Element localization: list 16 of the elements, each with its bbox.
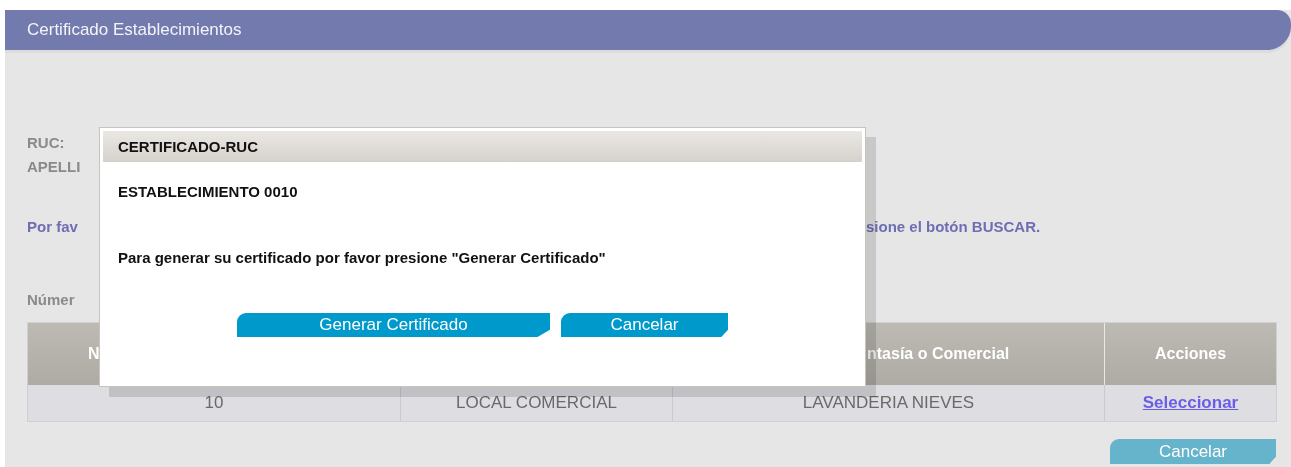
instruction-text: Por fav (27, 217, 79, 237)
dialog-message: Para generar su certificado por favor presione "Generar Certificado" (117, 248, 607, 268)
dialog-title: CERTIFICADO-RUC (103, 131, 862, 162)
page-header: Certificado Establecimientos (5, 10, 1291, 50)
instruction-text: sione el botón BUSCAR. (866, 217, 1042, 237)
table-cell: 10 (28, 385, 401, 421)
field-label: RUC: (27, 133, 65, 153)
generate-button[interactable]: Generar Certificado (237, 313, 550, 337)
table-cell: LOCAL COMERCIAL (401, 385, 673, 421)
dialog-subtitle: ESTABLECIMIENTO 0010 (117, 182, 299, 202)
cancel-button[interactable]: Cancelar (1110, 439, 1276, 464)
section-label: Númer (27, 290, 76, 310)
table-cell: LAVANDERIA NIEVES (673, 385, 1105, 421)
column-header: Acciones (1105, 323, 1276, 385)
field-label: APELLI (27, 157, 81, 177)
cancel-button[interactable]: Cancelar (561, 313, 728, 337)
